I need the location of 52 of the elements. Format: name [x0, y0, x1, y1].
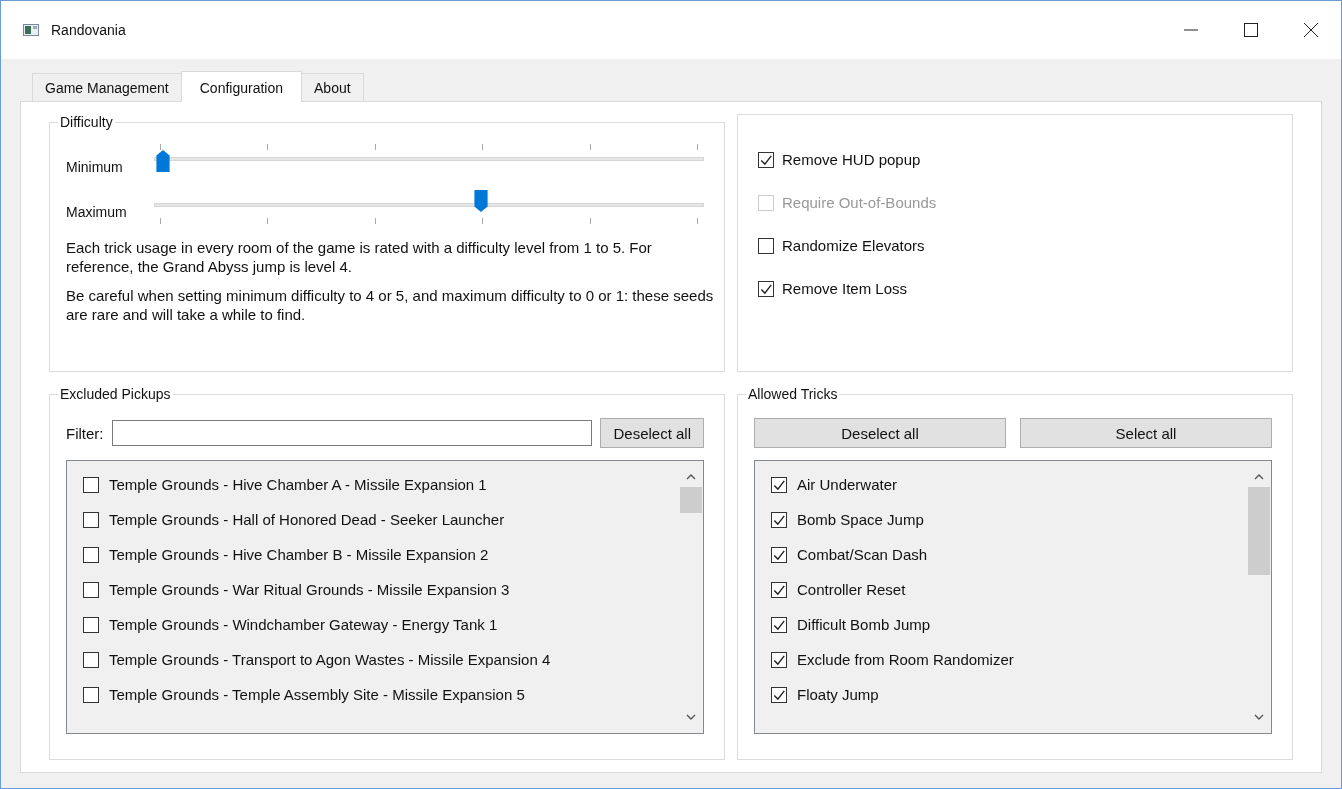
checkmark-icon — [772, 618, 786, 632]
option-checkbox: Require Out-of-Bounds — [758, 194, 1272, 211]
scroll-down-icon[interactable] — [1254, 713, 1264, 721]
checkmark-icon — [772, 583, 786, 597]
scrollbar-thumb[interactable] — [680, 487, 702, 513]
tab[interactable]: Configuration — [180, 71, 302, 102]
checkmark-icon — [772, 548, 786, 562]
scroll-down-icon[interactable] — [686, 713, 696, 721]
group-title: Allowed Tricks — [747, 386, 839, 402]
option-checkbox[interactable]: Randomize Elevators — [758, 237, 1272, 254]
checkmark-icon — [772, 688, 786, 702]
description-text: Each trick usage in every room of the game is rated with a difficulty level from 1 to 5. For reference, the Grand Abyss jump is level 4. — [66, 238, 653, 276]
group-title: Difficulty — [59, 114, 114, 130]
filter-label: Filter: — [66, 424, 104, 442]
trick-checkbox[interactable]: Bomb Space Jump — [771, 510, 1231, 530]
slider-thumb[interactable] — [473, 190, 489, 212]
trick-checkbox[interactable]: Controller Reset — [771, 580, 1231, 600]
tab[interactable]: Game Management — [32, 73, 182, 101]
pickup-checkbox[interactable]: Temple Grounds - Hive Chamber A - Missile Expansion 1 — [83, 475, 663, 495]
trick-checkbox[interactable]: Exclude from Room Randomizer — [771, 650, 1231, 670]
trick-checkbox[interactable]: Floaty Jump — [771, 685, 1231, 705]
deselect-all-button[interactable]: Deselect all — [600, 418, 704, 448]
slider-thumb[interactable] — [155, 150, 171, 172]
checkmark-icon — [772, 478, 786, 492]
pickup-checkbox[interactable]: Temple Grounds - Temple Assembly Site - Missile Expansion 5 — [83, 685, 663, 705]
pickup-checkbox[interactable]: Temple Grounds - Windchamber Gateway - Energy Tank 1 — [83, 615, 663, 635]
trick-checkbox[interactable]: Difficult Bomb Jump — [771, 615, 1231, 635]
filter-field[interactable] — [111, 420, 593, 446]
trick-checkbox[interactable]: Air Underwater — [771, 475, 1231, 495]
option-checkbox[interactable]: Remove HUD popup — [758, 151, 1272, 168]
select-button[interactable]: Select all — [1020, 418, 1272, 448]
option-checkbox[interactable]: Remove Item Loss — [758, 280, 1272, 297]
pickup-checkbox[interactable]: Temple Grounds - War Ritual Grounds - Missile Expansion 3 — [83, 580, 663, 600]
description-text: Be careful when setting minimum difficulty to 4 or 5, and maximum difficulty to 0 or 1: these seeds are rare and will take a while to find. — [66, 286, 715, 324]
pickup-checkbox[interactable]: Temple Grounds - Hall of Honored Dead - Seeker Launcher — [83, 510, 663, 530]
app-icon — [23, 24, 39, 36]
select-button[interactable]: Deselect all — [754, 418, 1006, 448]
scroll-up-icon[interactable] — [686, 473, 696, 481]
close-icon[interactable] — [1303, 22, 1319, 38]
checkmark-icon — [772, 513, 786, 527]
trick-checkbox[interactable]: Combat/Scan Dash — [771, 545, 1231, 565]
pickup-checkbox[interactable]: Temple Grounds - Transport to Agon Wastes - Missile Expansion 4 — [83, 650, 663, 670]
pickup-checkbox[interactable]: Temple Grounds - Hive Chamber B - Missile Expansion 2 — [83, 545, 663, 565]
slider-label: Maximum — [66, 204, 128, 220]
maximize-icon[interactable] — [1243, 22, 1259, 38]
tab[interactable]: About — [301, 73, 364, 101]
scroll-up-icon[interactable] — [1254, 473, 1264, 481]
checkmark-icon — [772, 653, 786, 667]
group-title: Excluded Pickups — [59, 386, 172, 402]
slider-label: Minimum — [66, 158, 124, 175]
window-title: Randovania — [51, 22, 126, 38]
scrollbar-thumb[interactable] — [1248, 487, 1270, 575]
